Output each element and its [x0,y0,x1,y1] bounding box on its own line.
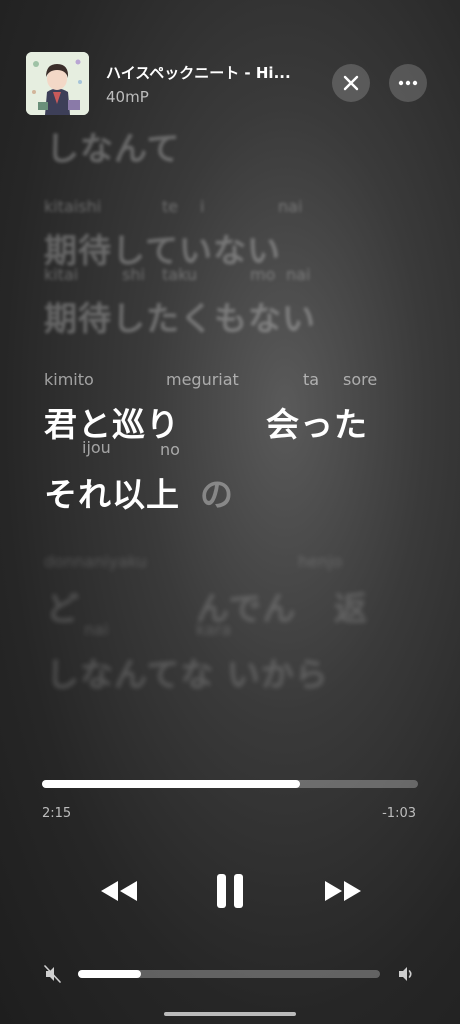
rewind-icon [101,881,137,901]
active-lyric-line[interactable]: 会った [266,398,368,446]
fast-forward-button[interactable] [320,866,366,916]
furigana: ta [303,370,320,389]
furigana: kara [196,620,232,639]
speaker-mute-icon [44,965,61,983]
furigana: no [160,440,180,459]
furigana: ijou [82,438,111,457]
volume-slider[interactable] [78,970,380,978]
furigana: nai [278,197,303,216]
home-indicator[interactable] [164,1012,296,1016]
furigana: kitaishi [44,197,102,216]
furigana: sore [343,370,378,389]
lyric-line[interactable]: しなんてな いから [46,648,329,696]
album-art[interactable] [26,52,89,115]
progress-fill [42,780,301,788]
furigana: henjo [298,552,343,571]
furigana: meguriat [166,370,239,389]
volume-fill [78,970,142,978]
furigana: mo [250,265,276,284]
now-playing-header: ハイスペックニート - Hi... 40mP [0,0,460,120]
lyrics-view[interactable]: しなんて kitaishi te i nai 期待していない kitai shi… [0,120,460,720]
furigana: nai [286,265,311,284]
furigana: kimito [44,370,94,389]
furigana: te [162,197,179,216]
max-volume-button[interactable] [397,965,417,983]
rewind-button[interactable] [96,866,142,916]
pause-button[interactable] [209,866,251,916]
furigana: nai [84,620,109,639]
furigana: taku [162,265,197,284]
active-lyric-line[interactable]: 君と巡り [44,398,180,446]
fast-forward-icon [325,881,361,901]
artist-name[interactable]: 40mP [106,88,149,106]
furigana: i [200,197,205,216]
remaining-time: -1:03 [382,806,416,821]
close-icon [343,75,359,91]
furigana: donnaniyaku [44,552,147,571]
more-icon [398,80,418,86]
furigana: kitai [44,265,79,284]
lyric-line[interactable]: 返 [334,582,368,630]
speaker-icon [399,967,412,981]
lyric-line[interactable]: ど [46,582,80,630]
active-lyric-line[interactable]: それ以上 [44,468,180,516]
lyric-line[interactable]: しなんて [46,122,180,170]
song-title[interactable]: ハイスペックニート - Hi... [106,62,291,83]
elapsed-time: 2:15 [42,806,72,821]
upcoming-lyric-text[interactable]: の [200,468,234,516]
lyric-line[interactable]: 期待したくもない [44,292,316,340]
mute-button[interactable] [44,965,64,983]
more-options-button[interactable] [389,64,427,102]
playback-progress-bar[interactable] [42,780,418,788]
album-art-illustration [26,52,89,115]
furigana: shi [122,265,145,284]
close-button[interactable] [332,64,370,102]
pause-icon [217,874,243,908]
